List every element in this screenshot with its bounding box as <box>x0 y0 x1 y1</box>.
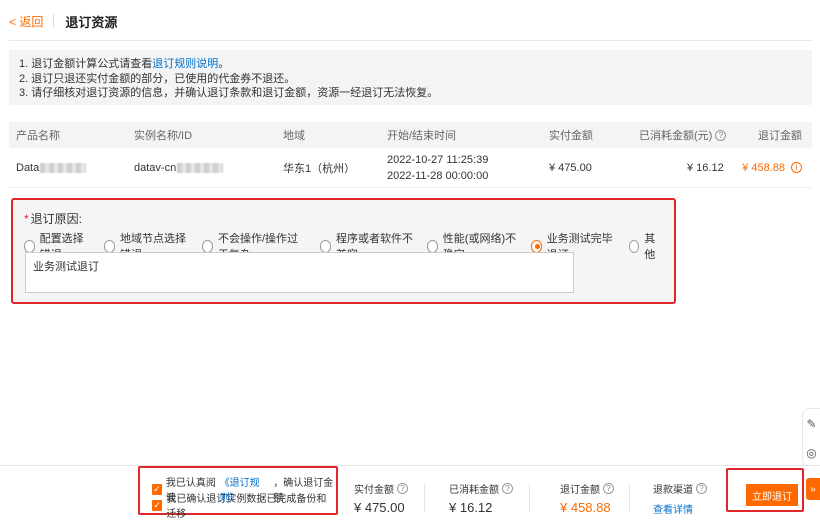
back-link[interactable]: < 返回 <box>9 13 43 30</box>
agreement-section: ✓ 我已认真阅读 《退订规则》 ，确认退订金额 ✓ 我已确认退订实例数据已完成备份和… <box>138 466 338 520</box>
notice-line-2: 2. 退订只退还实付金额的部分，已使用的代金券不退还。 <box>19 72 296 85</box>
radio-circle[interactable] <box>104 239 115 253</box>
view-details-link[interactable]: 查看详情 <box>653 501 707 516</box>
cell-product: Data <box>16 148 87 187</box>
refund-label: 退订金额? <box>560 481 614 496</box>
side-toolbar: ✎ ◎ <box>802 408 820 468</box>
paid-label-text: 实付金额 <box>354 485 394 496</box>
radio-circle[interactable] <box>628 239 640 253</box>
submit-highlight: 立即退订 <box>726 468 804 512</box>
footer-bar: ✓ 我已认真阅读 《退订规则》 ，确认退订金额 ✓ 我已确认退订实例数据已完成备份和… <box>0 465 820 529</box>
paid-label: 实付金额? <box>354 481 408 496</box>
reason-option[interactable]: 其他 <box>628 230 661 262</box>
summary-divider <box>424 484 425 512</box>
submit-refund-button[interactable]: 立即退订 <box>746 484 798 506</box>
notice-line-1-suffix: 。 <box>218 58 230 70</box>
cell-refund: ¥ 458.88 i <box>742 148 802 187</box>
reason-title: * 退订原因: <box>24 210 82 227</box>
summary-divider <box>529 484 530 512</box>
agree-rules-checkbox[interactable]: ✓ <box>152 483 162 495</box>
resource-table: 产品名称 实例名称/ID 地域 开始/结束时间 实付金额 已消耗金额(元)? 退… <box>9 122 812 188</box>
header-consumed: 已消耗金额(元)? <box>639 122 727 148</box>
reason-option-label: 其他 <box>644 233 656 261</box>
product-name: Data <box>16 161 40 174</box>
notice-panel: 1. 退订金额计算公式请查看退订规则说明。 2. 退订只退还实付金额的部分，已使… <box>9 50 812 105</box>
consumed-summary: 已消耗金额? ¥ 16.12 <box>449 481 513 515</box>
radio-circle[interactable] <box>24 239 35 253</box>
radio-circle[interactable] <box>530 239 542 253</box>
channel-summary: 退款渠道? 查看详情 <box>653 481 707 516</box>
agree-backup-text: 我已确认退订实例数据已完成备份和迁移 <box>166 494 327 520</box>
help-icon[interactable]: ? <box>715 129 727 141</box>
info-icon[interactable]: i <box>791 162 802 173</box>
summary-divider <box>629 484 630 512</box>
edit-icon[interactable]: ✎ <box>806 417 816 431</box>
expand-icon[interactable]: » <box>806 478 820 500</box>
header-time: 开始/结束时间 <box>387 130 457 142</box>
refund-value: ¥ 458.88 <box>560 500 611 515</box>
notice-line-1-text: 1. 退订金额计算公式请查看 <box>19 58 153 70</box>
reason-textarea[interactable]: 业务测试退订 <box>25 252 574 293</box>
table-row: Data datav-cn 华东1（杭州） 2022-10-27 11:25:3… <box>9 148 812 188</box>
cell-consumed: ¥ 16.12 <box>687 161 724 174</box>
refund-label-text: 退订金额 <box>560 485 600 496</box>
refund-summary: 退订金额? ¥ 458.88 <box>560 481 614 515</box>
channel-label-text: 退款渠道 <box>653 485 693 496</box>
start-time: 2022-10-27 11:25:39 <box>387 153 489 166</box>
header-instance: 实例名称/ID <box>134 130 193 142</box>
consumed-label-text: 已消耗金额 <box>449 485 499 496</box>
cell-instance: datav-cn <box>134 148 224 187</box>
agree-backup-row: ✓ 我已确认退订实例数据已完成备份和迁移 <box>152 494 336 520</box>
page-header: < 返回 退订资源 <box>0 0 820 42</box>
instance-name: datav-cn <box>134 161 177 174</box>
help-icon[interactable]: ? <box>696 483 707 494</box>
cell-time: 2022-10-27 11:25:39 2022-11-28 00:00:00 <box>387 148 488 187</box>
paid-summary: 实付金额? ¥ 475.00 <box>354 481 408 515</box>
refund-amount: ¥ 458.88 <box>742 161 785 174</box>
table-header: 产品名称 实例名称/ID 地域 开始/结束时间 实付金额 已消耗金额(元)? 退… <box>9 122 812 148</box>
refund-rules-link[interactable]: 退订规则说明 <box>152 58 218 70</box>
help-icon[interactable]: ? <box>603 483 614 494</box>
header-product: 产品名称 <box>16 130 60 142</box>
header-paid: 实付金额 <box>549 130 593 142</box>
cell-region: 华东1（杭州） <box>283 162 356 175</box>
notice-line-3: 3. 请仔细核对退订资源的信息，并确认退订条款和退订金额，资源一经退订无法恢复。 <box>19 87 439 99</box>
help-icon[interactable]: ? <box>502 483 513 494</box>
page-title: 退订资源 <box>65 14 118 30</box>
agree-backup-checkbox[interactable]: ✓ <box>152 499 163 511</box>
radio-circle[interactable] <box>427 239 438 253</box>
header-divider <box>53 14 55 28</box>
refund-reason-section: *退订原因: 配置选择错误地域节点选择错误不会操作/操作过于复杂程序或者软件不兼… <box>11 198 676 304</box>
consumed-value: ¥ 16.12 <box>449 500 493 515</box>
redacted-text <box>40 162 87 173</box>
consumed-label: 已消耗金额? <box>449 481 513 496</box>
reason-title-text: 退订原因: <box>30 212 83 226</box>
radio-circle[interactable] <box>202 239 213 253</box>
header-refund: 退订金额 <box>758 130 802 142</box>
header-divider-line <box>9 40 812 41</box>
redacted-text <box>177 162 224 173</box>
paid-value: ¥ 475.00 <box>354 500 405 515</box>
chat-icon[interactable]: ◎ <box>806 446 816 460</box>
help-icon[interactable]: ? <box>397 483 408 494</box>
required-asterisk: * <box>24 212 29 226</box>
notice-line-1: 1. 退订金额计算公式请查看退订规则说明。 <box>19 57 802 72</box>
header-consumed-label: 已消耗金额(元) <box>639 130 713 142</box>
end-time: 2022-11-28 00:00:00 <box>387 169 489 182</box>
channel-label: 退款渠道? <box>653 481 707 496</box>
cell-paid: ¥ 475.00 <box>549 161 592 174</box>
radio-circle[interactable] <box>320 239 332 253</box>
header-region: 地域 <box>283 130 305 142</box>
